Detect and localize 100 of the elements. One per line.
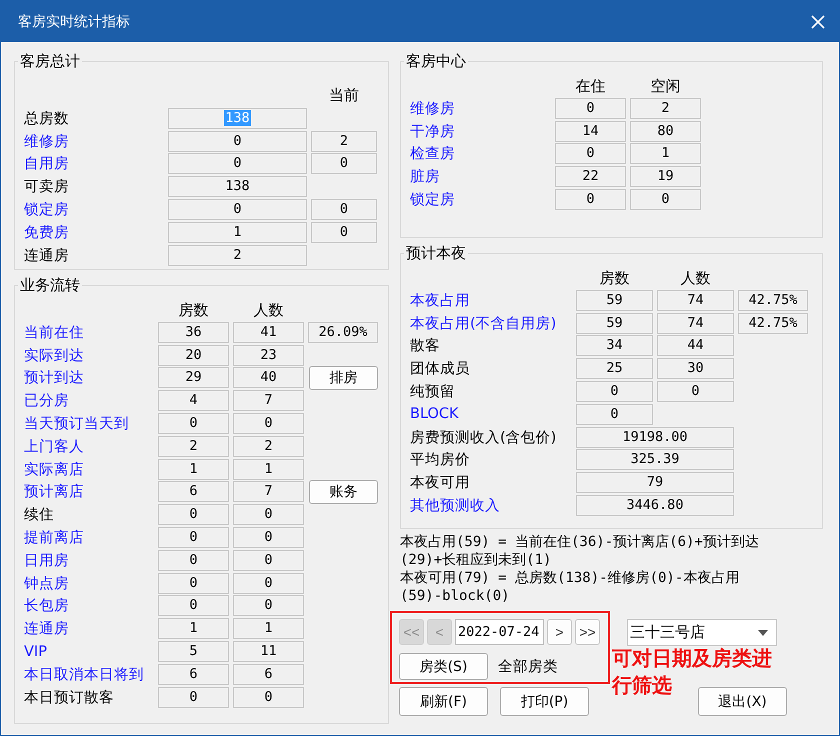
stat-link[interactable]: 免费房: [24, 222, 164, 242]
value-cell: 0: [233, 413, 304, 434]
column-header: 当前: [328, 86, 360, 104]
value-cell: 80: [630, 120, 701, 142]
stat-link[interactable]: BLOCK: [410, 406, 572, 422]
stat-link[interactable]: 日用房: [24, 550, 154, 570]
action-button[interactable]: 账务: [309, 480, 378, 504]
value-cell: 0: [630, 189, 701, 210]
value-cell: 0: [168, 199, 307, 220]
value-cell: 1: [168, 222, 307, 243]
nav-button[interactable]: >>: [575, 619, 600, 645]
value-cell: 0: [233, 595, 304, 616]
stat-label: 续住: [24, 506, 55, 524]
stat-link[interactable]: 已分房: [24, 391, 154, 410]
nav-button[interactable]: >: [547, 619, 572, 645]
value-cell: 0: [168, 130, 307, 152]
value-cell: 138: [168, 176, 307, 198]
stat-link[interactable]: 提前离店: [24, 528, 154, 548]
stat-link[interactable]: 其他预测收入: [410, 496, 572, 516]
stat-label: 团体成员: [410, 360, 471, 378]
value-cell: 41: [233, 322, 304, 343]
value-cell: 59: [576, 312, 653, 334]
close-icon[interactable]: [811, 14, 825, 28]
stat-link[interactable]: 检查房: [410, 144, 551, 164]
stat-label: 可卖房: [24, 178, 70, 196]
column-header: 房数: [598, 268, 630, 288]
selected-value: 138: [224, 110, 251, 126]
value-cell: 0: [158, 572, 229, 594]
stat-link[interactable]: 当前在住: [24, 322, 154, 342]
value-cell: 1: [158, 618, 229, 640]
stat-label: 本夜可用: [410, 474, 471, 492]
value-cell: 5: [158, 641, 229, 662]
column-header: 房数: [178, 300, 210, 320]
value-cell: 0: [158, 504, 229, 526]
stat-link[interactable]: 连通房: [24, 619, 154, 638]
value-cell: 2: [168, 244, 307, 266]
value-cell: 0: [233, 527, 304, 548]
column-header: 空闲: [650, 76, 682, 96]
stat-link[interactable]: 实际离店: [24, 460, 154, 479]
date-field[interactable]: 2022-07-24: [455, 619, 544, 645]
value-cell: 0: [657, 381, 734, 402]
value-cell: 0: [233, 504, 304, 526]
caret-icon: [758, 630, 768, 636]
column-header: 人数: [252, 300, 284, 320]
stat-label: 平均房价: [410, 450, 471, 470]
group-title: 客房中心: [405, 52, 467, 71]
value-cell: 36: [158, 322, 229, 343]
stat-link[interactable]: 上门客人: [24, 436, 154, 456]
stat-link[interactable]: 预计离店: [24, 482, 154, 502]
room-type-button[interactable]: 房类(S): [399, 653, 488, 680]
value-cell: 0: [576, 381, 653, 402]
stat-link[interactable]: 干净房: [410, 122, 551, 141]
value-cell: 59: [576, 290, 653, 311]
stat-link[interactable]: 本夜占用: [410, 290, 572, 310]
stat-link[interactable]: 锁定房: [24, 200, 164, 220]
value-cell: 34: [576, 335, 653, 356]
value-cell: 0: [311, 222, 377, 243]
stat-link[interactable]: 钟点房: [24, 574, 154, 593]
stat-link[interactable]: 本日取消本日将到: [24, 664, 154, 684]
value-cell: 0: [233, 572, 304, 594]
value-cell: 6: [233, 664, 304, 685]
stat-link[interactable]: 脏房: [410, 167, 551, 186]
value-cell: 0: [158, 595, 229, 616]
group-title: 业务流转: [19, 276, 81, 295]
value-cell: 0: [233, 550, 304, 571]
stat-link[interactable]: 实际到达: [24, 346, 154, 365]
value-cell: 7: [233, 390, 304, 412]
footer-button[interactable]: 打印(P): [500, 687, 589, 716]
stat-link[interactable]: 长包房: [24, 596, 154, 616]
stat-link[interactable]: 维修房: [24, 132, 164, 151]
action-button[interactable]: 排房: [309, 366, 378, 390]
value-cell: 7: [233, 481, 304, 502]
percent-cell: 26.09%: [308, 322, 378, 343]
stat-link[interactable]: VIP: [24, 644, 154, 660]
stat-label: 纯预留: [410, 383, 456, 402]
column-header: 在住: [574, 76, 606, 96]
stat-link[interactable]: 锁定房: [410, 190, 551, 210]
stat-link[interactable]: 本夜占用(不含自用房): [410, 314, 572, 333]
percent-cell: 42.75%: [738, 290, 808, 311]
value-cell: 29: [158, 367, 229, 388]
value-cell: 0: [555, 143, 626, 164]
value-cell: 4: [158, 390, 229, 412]
stat-link[interactable]: 自用房: [24, 154, 164, 174]
value-cell: 2: [311, 130, 377, 152]
footer-button[interactable]: 退出(X): [698, 687, 787, 716]
value-cell: 30: [657, 358, 734, 380]
stat-link[interactable]: 维修房: [410, 98, 551, 118]
value-cell: 0: [158, 550, 229, 571]
stat-link[interactable]: 预计到达: [24, 368, 154, 388]
value-cell: 19: [630, 166, 701, 188]
stat-label: 散客: [410, 336, 441, 356]
value-cell: 0: [311, 199, 377, 220]
footer-button[interactable]: 刷新(F): [399, 687, 488, 716]
value-cell: 11: [233, 641, 304, 662]
value-cell: 0: [576, 404, 653, 425]
stat-link[interactable]: 当天预订当天到: [24, 414, 154, 434]
group-title: 预计本夜: [405, 244, 467, 263]
store-dropdown[interactable]: 三十三号店: [627, 619, 777, 646]
formula-note: 本夜可用(79) = 总房数(138)-维修房(0)-本夜占用(59)-block(0): [400, 569, 740, 605]
formula-note: 本夜占用(59) = 当前在住(36)-预计离店(6)+预计到达(29)+长租应到未到(1): [400, 533, 760, 569]
